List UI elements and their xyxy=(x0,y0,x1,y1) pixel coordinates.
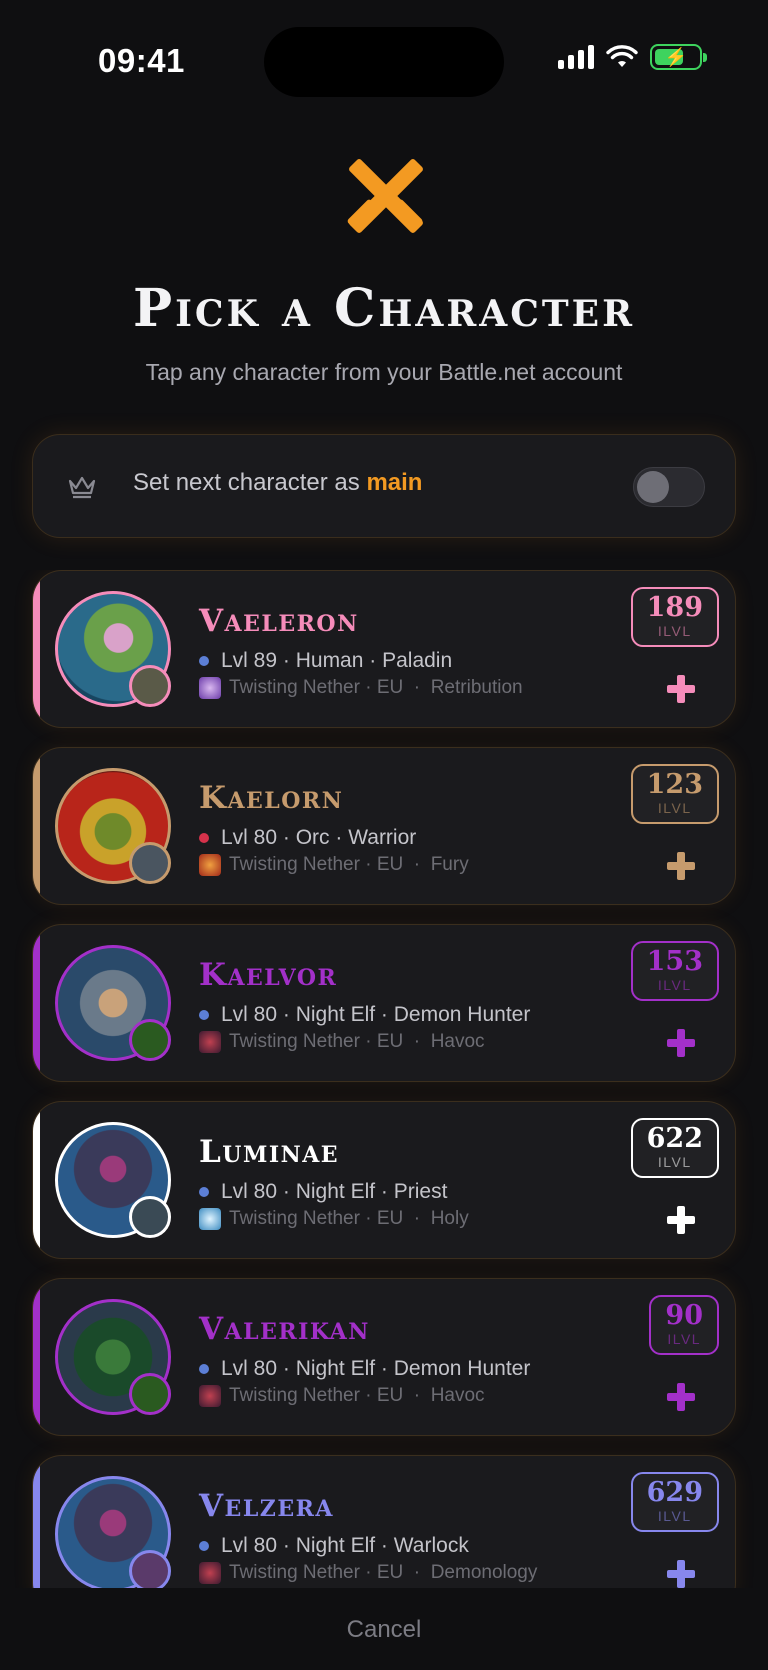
item-level-label: ILVL xyxy=(657,800,692,816)
character-realm: Twisting Nether · EU · Retribution xyxy=(199,677,523,699)
faction-dot xyxy=(199,1364,209,1374)
character-info: Lvl 80 · Orc · Warrior xyxy=(199,826,416,850)
character-name: Kaelvor xyxy=(199,957,338,993)
character-card[interactable]: Valerikan Lvl 80 · Night Elf · Demon Hun… xyxy=(32,1278,736,1436)
set-main-label: Set next character as main xyxy=(133,469,423,496)
character-info: Lvl 80 · Night Elf · Demon Hunter xyxy=(199,1003,530,1027)
add-character-icon[interactable] xyxy=(667,675,695,703)
add-character-icon[interactable] xyxy=(667,1383,695,1411)
item-level-badge: 123 ILVL xyxy=(630,764,719,824)
character-realm: Twisting Nether · EU · Havoc xyxy=(199,1385,485,1407)
page-subtitle: Tap any character from your Battle.net a… xyxy=(145,359,623,385)
character-list[interactable]: Vaeleron Lvl 89 · Human · Paladin Twisti… xyxy=(0,570,768,1588)
class-badge-icon xyxy=(129,665,171,707)
class-accent-bar xyxy=(33,925,40,1081)
class-badge-icon xyxy=(129,1550,171,1588)
character-name: Valerikan xyxy=(199,1311,370,1347)
character-name: Kaelorn xyxy=(199,780,344,816)
character-info: Lvl 80 · Night Elf · Demon Hunter xyxy=(199,1357,530,1381)
item-level-label: ILVL xyxy=(667,1331,702,1347)
wifi-icon xyxy=(606,45,638,67)
character-realm: Twisting Nether · EU · Fury xyxy=(199,854,469,876)
dynamic-island xyxy=(264,27,504,97)
class-badge-icon xyxy=(129,842,171,884)
spec-icon xyxy=(199,1208,221,1230)
character-info: Lvl 89 · Human · Paladin xyxy=(199,649,452,673)
toggle-knob xyxy=(637,471,669,503)
battery-icon: ⚡ xyxy=(650,44,707,70)
character-card[interactable]: Vaeleron Lvl 89 · Human · Paladin Twisti… xyxy=(32,570,736,728)
character-info: Lvl 80 · Night Elf · Warlock xyxy=(199,1534,469,1558)
item-level-value: 629 xyxy=(646,1477,703,1508)
item-level-value: 123 xyxy=(646,769,703,800)
character-card[interactable]: Kaelorn Lvl 80 · Orc · Warrior Twisting … xyxy=(32,747,736,905)
add-character-icon[interactable] xyxy=(667,852,695,880)
item-level-value: 90 xyxy=(665,1300,703,1331)
class-accent-bar xyxy=(33,1456,40,1588)
item-level-value: 622 xyxy=(646,1123,703,1154)
add-character-icon[interactable] xyxy=(667,1029,695,1057)
add-character-icon[interactable] xyxy=(667,1206,695,1234)
class-accent-bar xyxy=(33,1279,40,1435)
character-name: Luminae xyxy=(199,1134,340,1170)
character-realm: Twisting Nether · EU · Holy xyxy=(199,1208,469,1230)
spec-icon xyxy=(199,1031,221,1053)
faction-dot xyxy=(199,833,209,843)
item-level-badge: 90 ILVL xyxy=(649,1295,719,1355)
spec-icon xyxy=(199,1562,221,1584)
spec-icon xyxy=(199,854,221,876)
item-level-label: ILVL xyxy=(657,1154,692,1170)
item-level-label: ILVL xyxy=(657,623,692,639)
faction-dot xyxy=(199,1541,209,1551)
class-accent-bar xyxy=(33,1102,40,1258)
cancel-button[interactable]: Cancel xyxy=(0,1616,768,1644)
status-icons: ⚡ xyxy=(558,44,707,70)
item-level-value: 189 xyxy=(646,592,703,623)
item-level-badge: 629 ILVL xyxy=(630,1472,719,1532)
faction-dot xyxy=(199,1010,209,1020)
item-level-label: ILVL xyxy=(657,1508,692,1524)
class-accent-bar xyxy=(33,748,40,904)
crossed-swords-icon xyxy=(347,159,423,233)
crown-icon xyxy=(68,476,96,499)
character-card[interactable]: Velzera Lvl 80 · Night Elf · Warlock Twi… xyxy=(32,1455,736,1588)
add-character-icon[interactable] xyxy=(667,1560,695,1588)
status-time: 09:41 xyxy=(98,42,185,79)
character-card[interactable]: Luminae Lvl 80 · Night Elf · Priest Twis… xyxy=(32,1101,736,1259)
faction-dot xyxy=(199,1187,209,1197)
class-badge-icon xyxy=(129,1196,171,1238)
class-badge-icon xyxy=(129,1019,171,1061)
character-realm: Twisting Nether · EU · Havoc xyxy=(199,1031,485,1053)
spec-icon xyxy=(199,677,221,699)
character-realm: Twisting Nether · EU · Demonology xyxy=(199,1562,537,1584)
class-accent-bar xyxy=(33,571,40,727)
item-level-label: ILVL xyxy=(657,977,692,993)
page-title: Pick a Character xyxy=(132,278,635,339)
character-info: Lvl 80 · Night Elf · Priest xyxy=(199,1180,447,1204)
item-level-badge: 622 ILVL xyxy=(630,1118,719,1178)
spec-icon xyxy=(199,1385,221,1407)
item-level-badge: 189 ILVL xyxy=(630,587,719,647)
item-level-badge: 153 ILVL xyxy=(630,941,719,1001)
faction-dot xyxy=(199,656,209,666)
set-main-character-row[interactable]: Set next character as main xyxy=(32,434,736,538)
set-main-toggle[interactable] xyxy=(633,467,705,507)
character-name: Vaeleron xyxy=(199,603,359,639)
character-name: Velzera xyxy=(199,1488,334,1524)
status-bar: 09:41 ⚡ xyxy=(0,0,768,120)
cellular-signal-icon xyxy=(558,45,594,69)
item-level-value: 153 xyxy=(646,946,703,977)
class-badge-icon xyxy=(129,1373,171,1415)
main-keyword: main xyxy=(366,469,423,496)
character-card[interactable]: Kaelvor Lvl 80 · Night Elf · Demon Hunte… xyxy=(32,924,736,1082)
